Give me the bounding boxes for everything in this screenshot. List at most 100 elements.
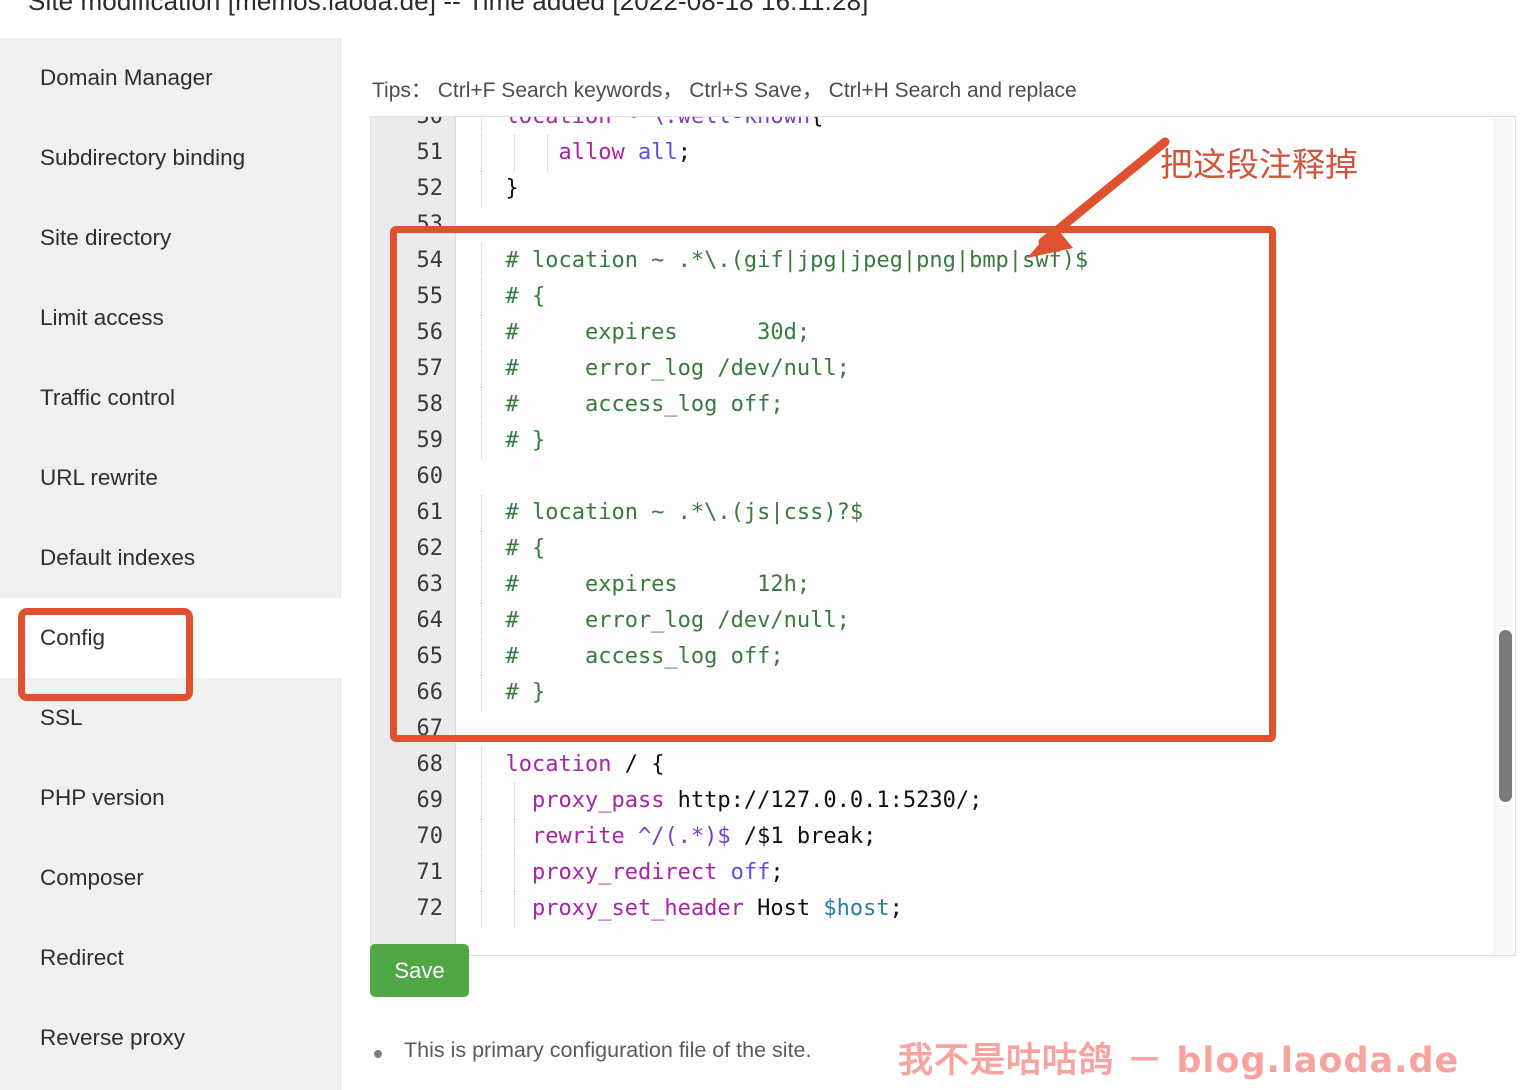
code-token: Host: [744, 896, 823, 921]
code-text: allow all;: [479, 135, 691, 171]
line-number: 71: [371, 855, 443, 891]
code-token: [717, 860, 730, 885]
line-number: 53: [371, 207, 443, 243]
code-line[interactable]: 51 allow all;: [371, 135, 1516, 171]
line-number: 58: [371, 387, 443, 423]
line-number: 57: [371, 351, 443, 387]
sidebar-item-label: Reverse proxy: [40, 1025, 185, 1051]
line-number: 68: [371, 747, 443, 783]
code-text: proxy_set_header Host $host;: [479, 891, 903, 927]
sidebar-item-default-indexes[interactable]: Default indexes: [0, 518, 341, 598]
config-note-text: This is primary configuration file of th…: [404, 1038, 811, 1063]
sidebar-item-php-version[interactable]: PHP version: [0, 758, 341, 838]
line-number: 55: [371, 279, 443, 315]
code-token: /$1 break;: [731, 824, 877, 849]
code-token: proxy_set_header: [532, 896, 744, 921]
code-text: # }: [479, 675, 545, 711]
code-text: # error_log /dev/null;: [479, 603, 850, 639]
sidebar-item-redirect[interactable]: Redirect: [0, 918, 341, 998]
config-panel: Tips： Ctrl+F Search keywords， Ctrl+S Sav…: [342, 38, 1528, 1090]
code-line[interactable]: 68 location / {: [371, 747, 1516, 783]
code-line[interactable]: 67: [371, 711, 1516, 747]
code-text: location ~ \.well-known{: [479, 116, 823, 135]
code-token: \.well-known: [651, 116, 810, 129]
code-token: allow: [558, 140, 624, 165]
line-number: 67: [371, 711, 443, 747]
code-line[interactable]: 53: [371, 207, 1516, 243]
code-line[interactable]: 57 # error_log /dev/null;: [371, 351, 1516, 387]
code-line[interactable]: 69 proxy_pass http://127.0.0.1:5230/;: [371, 783, 1516, 819]
code-line[interactable]: 56 # expires 30d;: [371, 315, 1516, 351]
line-number: 56: [371, 315, 443, 351]
code-token: proxy_pass: [532, 788, 664, 813]
code-token: # }: [479, 680, 545, 705]
settings-sidebar: Domain ManagerSubdirectory bindingSite d…: [0, 38, 341, 1090]
code-token: # access_log off;: [479, 392, 784, 417]
sidebar-item-composer[interactable]: Composer: [0, 838, 341, 918]
code-token: all: [638, 140, 678, 165]
line-number: 66: [371, 675, 443, 711]
code-token: $host: [823, 896, 889, 921]
sidebar-item-subdirectory-binding[interactable]: Subdirectory binding: [0, 118, 341, 198]
code-line[interactable]: 52 }: [371, 171, 1516, 207]
code-text: # }: [479, 423, 545, 459]
code-text: }: [479, 171, 519, 207]
code-token: # error_log /dev/null;: [479, 356, 850, 381]
code-line[interactable]: 60: [371, 459, 1516, 495]
code-line[interactable]: 54 # location ~ .*\.(gif|jpg|jpeg|png|bm…: [371, 243, 1516, 279]
code-line[interactable]: 50 location ~ \.well-known{: [371, 116, 1516, 135]
sidebar-item-url-rewrite[interactable]: URL rewrite: [0, 438, 341, 518]
code-line[interactable]: 64 # error_log /dev/null;: [371, 603, 1516, 639]
sidebar-item-domain-manager[interactable]: Domain Manager: [0, 38, 341, 118]
code-token: [479, 116, 506, 129]
editor-tips: Tips： Ctrl+F Search keywords， Ctrl+S Sav…: [372, 74, 1077, 104]
code-token: ;: [890, 896, 903, 921]
code-line[interactable]: 62 # {: [371, 531, 1516, 567]
sidebar-item-label: PHP version: [40, 785, 165, 811]
save-button[interactable]: Save: [370, 944, 469, 997]
sidebar-item-label: Limit access: [40, 305, 164, 331]
sidebar-item-site-directory[interactable]: Site directory: [0, 198, 341, 278]
line-number: 50: [371, 116, 443, 135]
code-content: 50 location ~ \.well-known{51 allow all;…: [371, 116, 1516, 927]
code-token: {: [810, 116, 823, 129]
code-token: / {: [611, 752, 664, 777]
editor-scrollbar-thumb[interactable]: [1499, 630, 1512, 802]
line-number: 54: [371, 243, 443, 279]
line-number: 59: [371, 423, 443, 459]
code-line[interactable]: 58 # access_log off;: [371, 387, 1516, 423]
code-text: # expires 12h;: [479, 567, 810, 603]
code-token: [625, 824, 638, 849]
code-text: # error_log /dev/null;: [479, 351, 850, 387]
code-line[interactable]: 59 # }: [371, 423, 1516, 459]
code-text: # expires 30d;: [479, 315, 810, 351]
code-token: [479, 860, 532, 885]
code-line[interactable]: 70 rewrite ^/(.*)$ /$1 break;: [371, 819, 1516, 855]
code-token: [479, 824, 532, 849]
sidebar-item-ssl[interactable]: SSL: [0, 678, 341, 758]
code-line[interactable]: 61 # location ~ .*\.(js|css)?$: [371, 495, 1516, 531]
code-token: off: [731, 860, 771, 885]
code-line[interactable]: 66 # }: [371, 675, 1516, 711]
code-token: # {: [479, 536, 545, 561]
code-line[interactable]: 63 # expires 12h;: [371, 567, 1516, 603]
code-text: # location ~ .*\.(js|css)?$: [479, 495, 863, 531]
code-token: # location ~ .*\.(js|css)?$: [479, 500, 863, 525]
sidebar-item-limit-access[interactable]: Limit access: [0, 278, 341, 358]
code-line[interactable]: 65 # access_log off;: [371, 639, 1516, 675]
config-code-editor[interactable]: 50 location ~ \.well-known{51 allow all;…: [370, 116, 1516, 956]
sidebar-item-traffic-control[interactable]: Traffic control: [0, 358, 341, 438]
code-token: [479, 140, 558, 165]
sidebar-item-config[interactable]: Config: [0, 598, 341, 678]
code-token: rewrite: [532, 824, 625, 849]
sidebar-item-label: Composer: [40, 865, 144, 891]
line-number: 72: [371, 891, 443, 927]
editor-scrollbar-track[interactable]: [1494, 118, 1514, 956]
sidebar-item-label: SSL: [40, 705, 83, 731]
code-line[interactable]: 72 proxy_set_header Host $host;: [371, 891, 1516, 927]
sidebar-item-reverse-proxy[interactable]: Reverse proxy: [0, 998, 341, 1078]
code-line[interactable]: 55 # {: [371, 279, 1516, 315]
code-token: [625, 140, 638, 165]
code-line[interactable]: 71 proxy_redirect off;: [371, 855, 1516, 891]
code-text: # access_log off;: [479, 387, 784, 423]
